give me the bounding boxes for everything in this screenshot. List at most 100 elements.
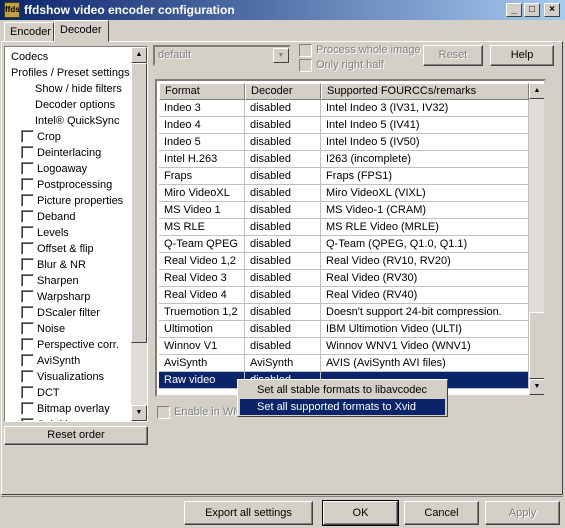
tab-encoder[interactable]: Encoder <box>4 22 54 42</box>
filter-checkbox[interactable] <box>21 194 34 207</box>
scroll-up-icon[interactable]: ▲ <box>131 47 147 63</box>
filter-checkbox[interactable] <box>21 178 34 191</box>
decoder-cell[interactable]: AviSynth <box>245 355 321 371</box>
export-settings-button[interactable]: Export all settings <box>184 501 313 525</box>
tree-item[interactable]: Deband <box>37 209 76 225</box>
tree-item[interactable]: AviSynth <box>37 353 80 369</box>
ok-button[interactable]: OK <box>322 500 399 526</box>
maximize-button[interactable]: □ <box>524 3 540 17</box>
column-header-format[interactable]: Format <box>159 83 245 100</box>
tree-item[interactable]: Sharpen <box>37 273 79 289</box>
tree-scrollbar[interactable]: ▲ ▼ <box>131 47 147 421</box>
filter-checkbox[interactable] <box>21 242 34 255</box>
filter-checkbox[interactable] <box>21 258 34 271</box>
tree-item[interactable]: Warpsharp <box>37 289 90 305</box>
table-row[interactable]: MS RLE disabled MS RLE Video (MRLE) <box>159 219 529 236</box>
tree-item[interactable]: Postprocessing <box>37 177 112 193</box>
tree-item[interactable]: DScaler filter <box>37 305 100 321</box>
tree-item[interactable]: Subtitles <box>37 417 79 421</box>
tree-item[interactable]: Crop <box>37 129 61 145</box>
decoder-cell[interactable]: disabled <box>245 117 321 133</box>
filter-checkbox[interactable] <box>21 386 34 399</box>
filter-checkbox[interactable] <box>21 162 34 175</box>
table-row[interactable]: AviSynth AviSynth AVIS (AviSynth AVI files… <box>159 355 529 372</box>
process-whole-checkbox[interactable] <box>299 44 312 57</box>
table-row[interactable]: Winnov V1 disabled Winnov WNV1 Video (WNV1… <box>159 338 529 355</box>
filter-checkbox[interactable] <box>21 226 34 239</box>
decoder-cell[interactable]: disabled <box>245 287 321 303</box>
column-header-remarks[interactable]: Supported FOURCCs/remarks <box>321 83 529 100</box>
table-row[interactable]: Q-Team QPEG disabled Q-Team (QPEG, Q1.0, Q… <box>159 236 529 253</box>
decoder-cell[interactable]: disabled <box>245 151 321 167</box>
tree-item[interactable]: Codecs <box>11 49 48 65</box>
preset-combo[interactable]: default ▼ <box>153 45 291 66</box>
table-scrollbar[interactable]: ▲ ▼ <box>529 83 544 395</box>
filter-checkbox[interactable] <box>21 322 34 335</box>
chevron-down-icon[interactable]: ▼ <box>273 48 289 63</box>
decoder-cell[interactable]: disabled <box>245 253 321 269</box>
decoder-cell[interactable]: disabled <box>245 270 321 286</box>
tree-item[interactable]: Profiles / Preset settings <box>11 65 130 81</box>
scroll-down-icon[interactable]: ▼ <box>529 379 544 395</box>
filter-checkbox[interactable] <box>21 146 34 159</box>
scroll-down-icon[interactable]: ▼ <box>131 405 147 421</box>
decoder-cell[interactable]: disabled <box>245 100 321 116</box>
decoder-cell[interactable]: disabled <box>245 185 321 201</box>
reset-order-button[interactable]: Reset order <box>4 426 148 445</box>
decoder-cell[interactable]: disabled <box>245 321 321 337</box>
enable-wm-checkbox[interactable] <box>157 406 170 419</box>
decoder-cell[interactable]: disabled <box>245 168 321 184</box>
decoder-cell[interactable]: disabled <box>245 236 321 252</box>
tree-item[interactable]: Levels <box>37 225 69 241</box>
tree-item[interactable]: Bitmap overlay <box>37 401 110 417</box>
tree-item[interactable]: Picture properties <box>37 193 123 209</box>
cancel-button[interactable]: Cancel <box>404 501 479 525</box>
table-row[interactable]: Real Video 3 disabled Real Video (RV30) <box>159 270 529 287</box>
table-row[interactable]: Fraps disabled Fraps (FPS1) <box>159 168 529 185</box>
minimize-button[interactable]: _ <box>506 3 522 17</box>
filter-checkbox[interactable] <box>21 290 34 303</box>
filter-checkbox[interactable] <box>21 130 34 143</box>
tree-item[interactable]: Offset & flip <box>37 241 94 257</box>
table-row[interactable]: Indeo 3 disabled Intel Indeo 3 (IV31, IV32… <box>159 100 529 117</box>
tree-item[interactable]: Visualizations <box>37 369 104 385</box>
filter-checkbox[interactable] <box>21 210 34 223</box>
filter-checkbox[interactable] <box>21 370 34 383</box>
table-row[interactable]: Indeo 4 disabled Intel Indeo 5 (IV41) <box>159 117 529 134</box>
close-button[interactable]: × <box>544 3 560 17</box>
decoder-cell[interactable]: disabled <box>245 219 321 235</box>
only-right-checkbox[interactable] <box>299 59 312 72</box>
table-scroll-thumb[interactable] <box>529 312 544 379</box>
tree-item[interactable]: DCT <box>37 385 60 401</box>
table-row[interactable]: Intel H.263 disabled I263 (incomplete) <box>159 151 529 168</box>
reset-button[interactable]: Reset <box>423 45 483 66</box>
tree-item[interactable]: Deinterlacing <box>37 145 101 161</box>
table-row[interactable]: MS Video 1 disabled MS Video-1 (CRAM) <box>159 202 529 219</box>
tree-item[interactable]: Show / hide filters <box>35 81 122 97</box>
help-button[interactable]: Help <box>490 45 554 66</box>
tree-item[interactable]: Intel® QuickSync <box>35 113 120 129</box>
table-row[interactable]: Miro VideoXL disabled Miro VideoXL (VIXL) <box>159 185 529 202</box>
tree-item[interactable]: Logoaway <box>37 161 87 177</box>
table-row[interactable]: Real Video 1,2 disabled Real Video (RV10, … <box>159 253 529 270</box>
decoder-cell[interactable]: disabled <box>245 134 321 150</box>
apply-button[interactable]: Apply <box>485 501 560 525</box>
table-row[interactable]: Indeo 5 disabled Intel Indeo 5 (IV50) <box>159 134 529 151</box>
filter-checkbox[interactable] <box>21 274 34 287</box>
column-header-decoder[interactable]: Decoder <box>245 83 321 100</box>
tree-scroll-thumb[interactable] <box>131 63 147 343</box>
decoder-cell[interactable]: disabled <box>245 202 321 218</box>
filter-checkbox[interactable] <box>21 306 34 319</box>
tree-item[interactable]: Blur & NR <box>37 257 86 273</box>
tree-item[interactable]: Decoder options <box>35 97 115 113</box>
table-row[interactable]: Truemotion 1,2 disabled Doesn't support 24… <box>159 304 529 321</box>
filter-checkbox[interactable] <box>21 418 34 421</box>
decoder-cell[interactable]: disabled <box>245 304 321 320</box>
filter-checkbox[interactable] <box>21 338 34 351</box>
table-row[interactable]: Real Video 4 disabled Real Video (RV40) <box>159 287 529 304</box>
tree-item[interactable]: Noise <box>37 321 65 337</box>
filter-checkbox[interactable] <box>21 402 34 415</box>
filter-checkbox[interactable] <box>21 354 34 367</box>
tree-item[interactable]: Perspective corr. <box>37 337 119 353</box>
menu-item-xvid[interactable]: Set all supported formats to Xvid <box>240 399 445 415</box>
